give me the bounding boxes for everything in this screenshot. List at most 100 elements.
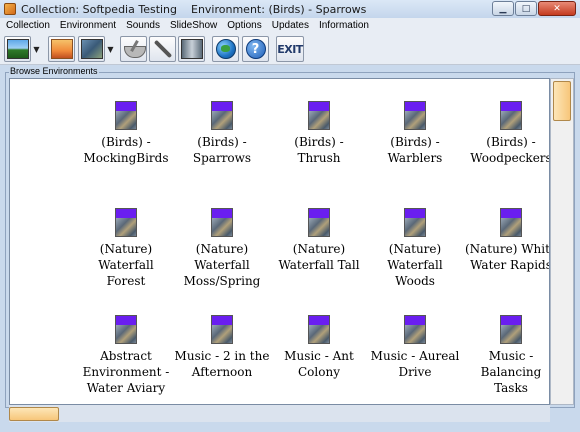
tools-button[interactable] [149, 36, 176, 62]
thumbnail-image [405, 111, 425, 129]
environment-label: Abstract Environment - Water Aviary [82, 349, 170, 395]
environment-thumbnail [115, 101, 137, 130]
wrench-icon [152, 39, 174, 59]
thumbnail-header [405, 316, 425, 325]
environment-label: (Birds) - Thrush [294, 135, 344, 165]
app-icon [4, 3, 16, 15]
vertical-scrollbar[interactable] [550, 78, 574, 405]
thumbnail-image [309, 111, 329, 129]
environment-thumbnail [211, 208, 233, 237]
environment-item[interactable]: (Nature) Waterfall Moss/Spring [174, 208, 270, 289]
menu-sounds[interactable]: Sounds [126, 20, 160, 31]
help-icon: ? [245, 39, 266, 59]
menu-bar: Collection Environment Sounds SlideShow … [0, 18, 580, 33]
thumbnail-header [405, 209, 425, 218]
menu-options[interactable]: Options [227, 20, 261, 31]
thumbnail-image [501, 218, 521, 236]
thumbnail-image [116, 111, 136, 129]
environment-thumbnail [211, 315, 233, 344]
mixer-button[interactable] [120, 36, 147, 62]
environment-label: Music - 2 in the Afternoon [174, 349, 270, 379]
environment-label: (Birds) - Warblers [387, 135, 443, 165]
close-button[interactable]: ✕ [538, 1, 576, 16]
thumbnail-image [116, 325, 136, 343]
environment-thumbnail [404, 208, 426, 237]
toolbar: ▼ ▼ ? EXIT [0, 33, 580, 65]
picture-icon [80, 39, 103, 59]
environment-item[interactable]: (Nature) Waterfall Forest [78, 208, 174, 289]
environment-label: (Nature) White Water Rapids [464, 242, 550, 272]
menu-collection[interactable]: Collection [6, 20, 50, 31]
environment-thumbnail [500, 101, 522, 130]
browse-label: Browse Environments [9, 66, 99, 76]
environment-thumbnail [211, 101, 233, 130]
menu-environment[interactable]: Environment [60, 20, 116, 31]
environment-item[interactable]: (Nature) Waterfall Woods [367, 208, 463, 289]
web-button[interactable] [212, 36, 239, 62]
thumbnail-header [116, 209, 136, 218]
environment-button[interactable] [4, 36, 31, 62]
environment-thumbnail [115, 208, 137, 237]
environment-item[interactable]: (Birds) - Thrush [271, 101, 367, 166]
window-controls: ▁ □ ✕ [492, 1, 576, 16]
environment-dropdown[interactable]: ▼ [32, 36, 41, 62]
maximize-button[interactable]: □ [515, 1, 537, 16]
environment-item[interactable]: (Nature) Waterfall Tall [271, 208, 367, 273]
thumbnail-header [501, 102, 521, 111]
sunset-icon [50, 39, 73, 59]
environment-thumbnail [500, 315, 522, 344]
minimize-button[interactable]: ▁ [492, 1, 514, 16]
thumbnail-image [501, 111, 521, 129]
exit-label: EXIT [277, 42, 303, 56]
thumbnail-image [405, 218, 425, 236]
thumbnail-image [116, 218, 136, 236]
thumbnail-image [212, 111, 232, 129]
menu-updates[interactable]: Updates [272, 20, 309, 31]
window-title: Collection: Softpedia Testing Environmen… [21, 2, 367, 16]
horizontal-scrollbar[interactable] [9, 405, 550, 422]
environment-item[interactable]: (Birds) - Sparrows [174, 101, 270, 166]
thumbnail-header [309, 316, 329, 325]
environment-item[interactable]: (Birds) - Woodpeckers [463, 101, 549, 166]
thumbnail-header [309, 102, 329, 111]
environment-label: (Birds) - MockingBirds [83, 135, 169, 165]
vertical-scroll-thumb[interactable] [553, 81, 571, 121]
menu-information[interactable]: Information [319, 20, 369, 31]
environment-item[interactable]: (Birds) - Warblers [367, 101, 463, 166]
thumbnail-image [212, 218, 232, 236]
help-button[interactable]: ? [242, 36, 269, 62]
environment-thumbnail [308, 208, 330, 237]
environment-item[interactable]: Music - Aureal Drive [367, 315, 463, 380]
window-view-button[interactable] [178, 36, 205, 62]
environment-item[interactable]: Music - 2 in the Afternoon [174, 315, 270, 380]
environment-label: Music - Balancing Tasks [480, 349, 542, 395]
environment-item[interactable]: Music - Ant Colony [271, 315, 367, 380]
exit-button[interactable]: EXIT [276, 36, 304, 62]
environment-grid-inner: (Birds) - MockingBirds (Birds) - Sparrows (B… [10, 79, 550, 404]
environment-item[interactable]: Music - Balancing Tasks [463, 315, 549, 396]
horizontal-scroll-thumb[interactable] [9, 407, 59, 421]
thumbnail-image [309, 325, 329, 343]
sunset-button[interactable] [48, 36, 75, 62]
environment-thumbnail [404, 101, 426, 130]
environment-thumbnail [404, 315, 426, 344]
title-bar: Collection: Softpedia Testing Environmen… [0, 0, 580, 18]
picture-dropdown[interactable]: ▼ [106, 36, 115, 62]
environment-thumbnail [115, 315, 137, 344]
environment-item[interactable]: (Nature) White Water Rapids [463, 208, 550, 273]
environment-thumbnail [308, 101, 330, 130]
menu-slideshow[interactable]: SlideShow [170, 20, 217, 31]
environment-item[interactable]: (Birds) - MockingBirds [78, 101, 174, 166]
environment-grid: (Birds) - MockingBirds (Birds) - Sparrows (B… [9, 78, 550, 405]
thumbnail-header [116, 316, 136, 325]
thumbnail-image [212, 325, 232, 343]
environment-item[interactable]: Abstract Environment - Water Aviary [78, 315, 174, 396]
environment-label: (Nature) Waterfall Woods [387, 242, 443, 288]
picture-button[interactable] [78, 36, 105, 62]
landscape-icon [6, 39, 29, 59]
thumbnail-header [501, 316, 521, 325]
environment-label: (Nature) Waterfall Tall [278, 242, 360, 272]
environment-label: Music - Aureal Drive [370, 349, 460, 379]
thumbnail-header [212, 102, 232, 111]
mortar-icon [123, 40, 146, 58]
